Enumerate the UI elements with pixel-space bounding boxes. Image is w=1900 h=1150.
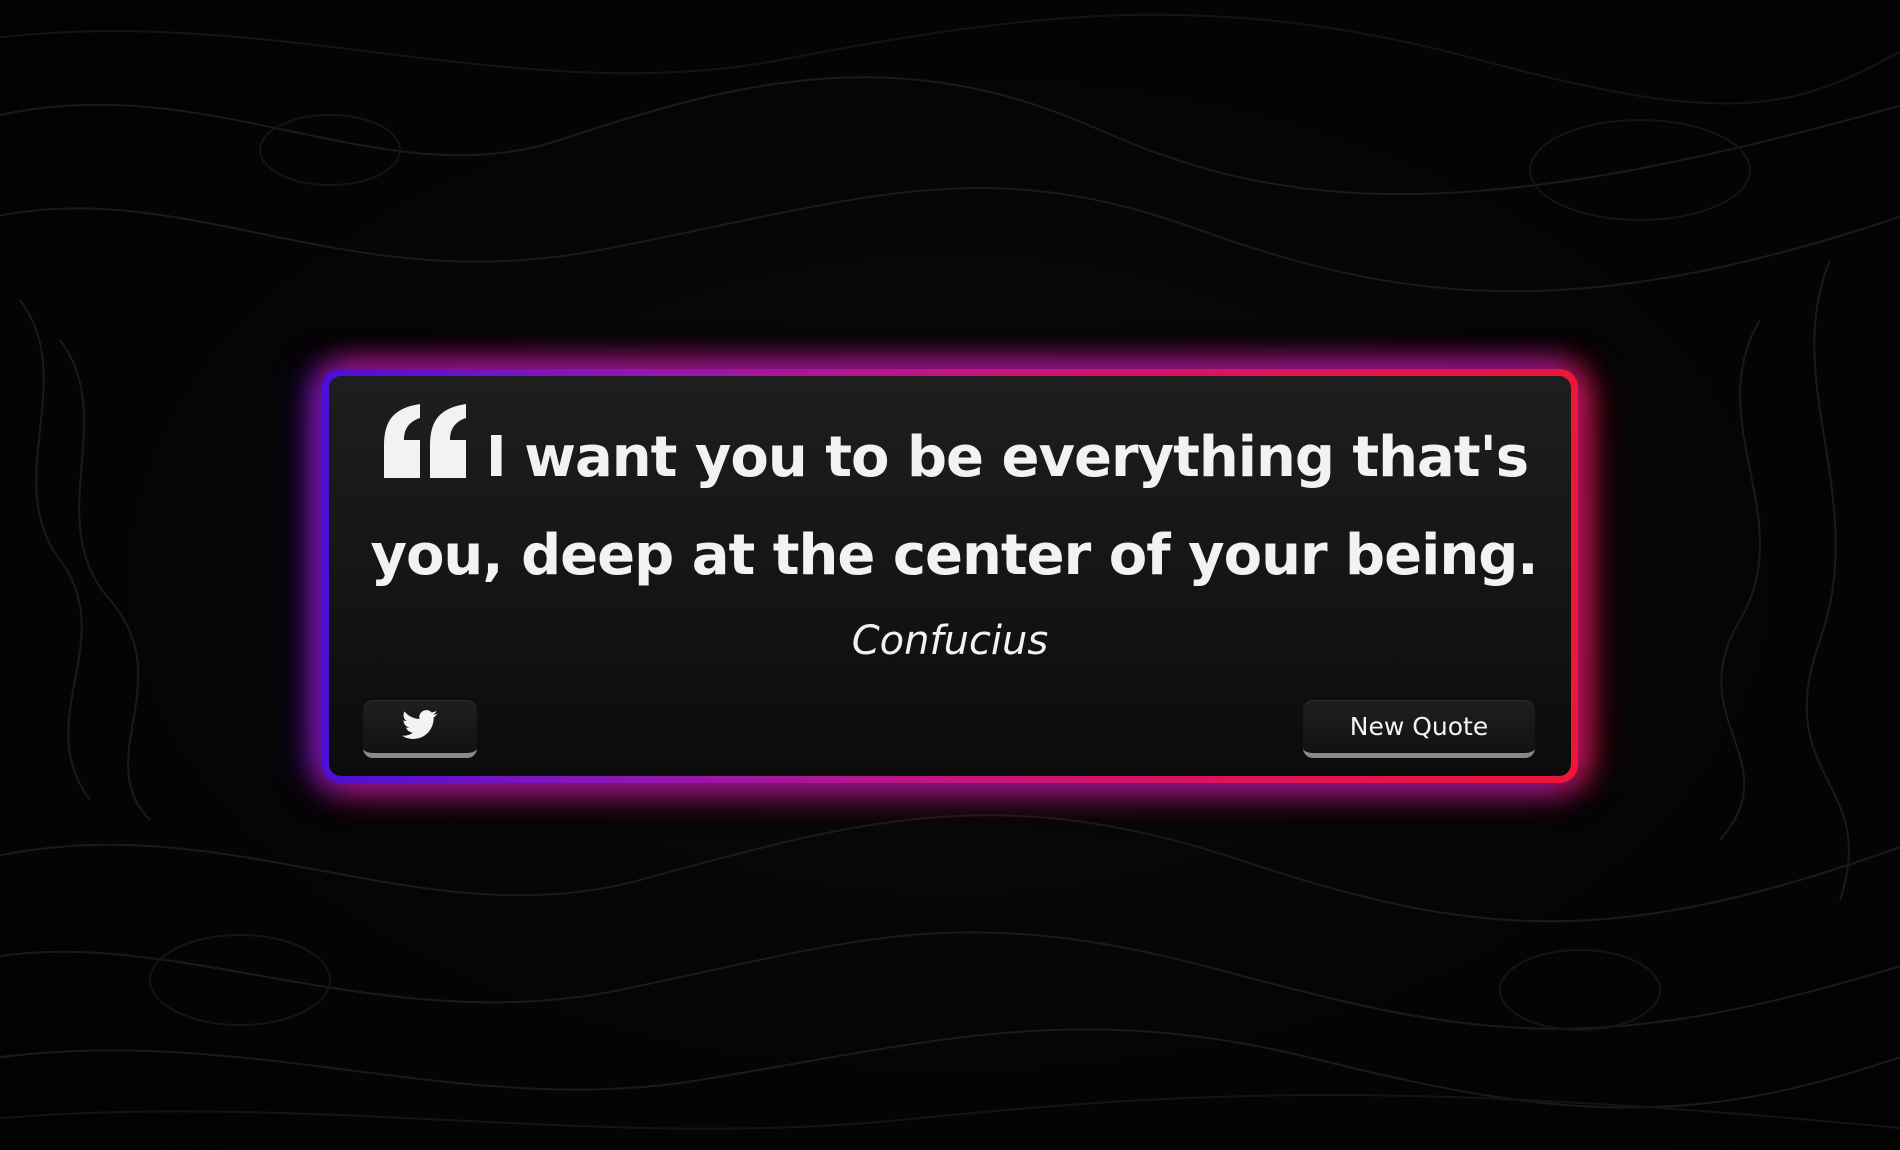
tweet-button[interactable] [363, 700, 477, 758]
quote-author: Confucius [851, 618, 1049, 664]
quote-card-glow-border: I want you to be everything that's you, … [322, 369, 1578, 783]
quote-card: I want you to be everything that's you, … [329, 376, 1571, 776]
quote-text: I want you to be everything that's you, … [370, 425, 1538, 588]
new-quote-button[interactable]: New Quote [1303, 700, 1535, 758]
quote-text-block: I want you to be everything that's you, … [369, 402, 1539, 602]
quote-left-icon [380, 402, 472, 510]
twitter-icon [402, 709, 438, 744]
